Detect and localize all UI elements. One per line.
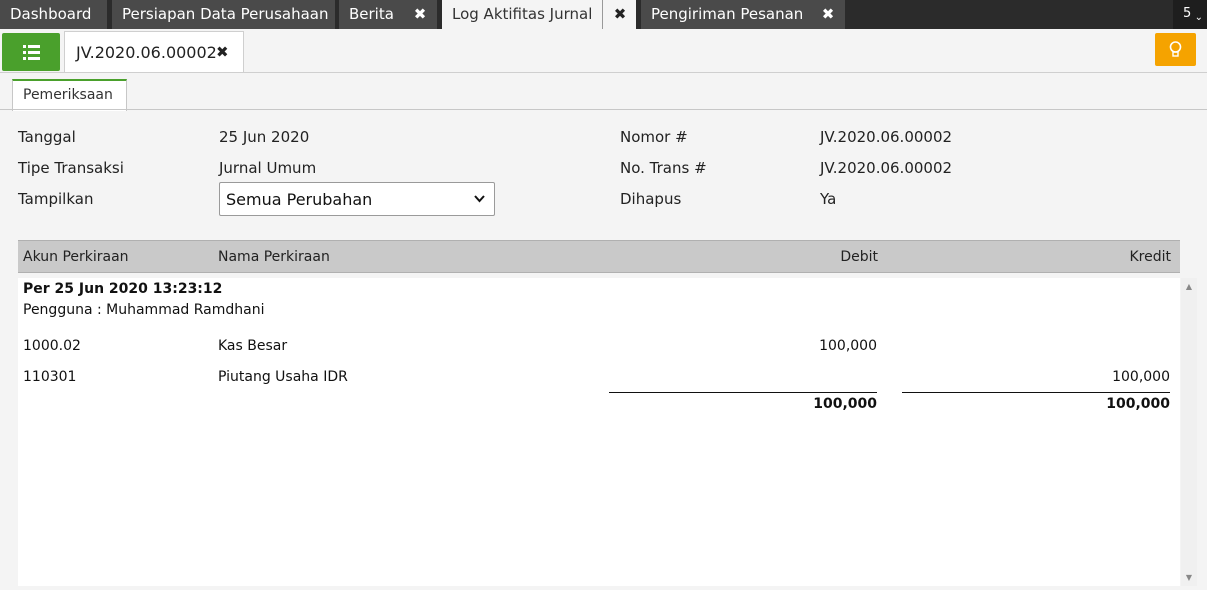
row-nama: Kas Besar (218, 338, 288, 354)
tab-berita[interactable]: Berita ✖ (339, 0, 437, 29)
document-tab-label: JV.2020.06.00002 (76, 43, 217, 62)
kredit-total-rule (902, 392, 1170, 393)
row-nama: Piutang Usaha IDR (218, 369, 348, 385)
list-icon (23, 45, 40, 60)
row-akun: 110301 (23, 369, 77, 385)
group-user: Pengguna : Muhammad Ramdhani (23, 302, 265, 318)
tab-pengiriman-pesanan[interactable]: Pengiriman Pesanan ✖ (641, 0, 845, 29)
debit-total-rule (609, 392, 877, 393)
column-header-debit[interactable]: Debit (840, 249, 878, 265)
document-tab[interactable]: JV.2020.06.00002 ✖ (64, 31, 244, 73)
grid-scrollbar[interactable]: ▲ ▼ (1181, 278, 1197, 586)
row-akun: 1000.02 (23, 338, 81, 354)
total-debit: 100,000 (813, 396, 877, 412)
column-header-kredit[interactable]: Kredit (1129, 249, 1171, 265)
chevron-down-icon: ⌄ (1194, 12, 1203, 23)
row-kredit: 100,000 (1112, 369, 1170, 385)
tanggal-value: 25 Jun 2020 (219, 128, 310, 146)
tips-button[interactable] (1155, 33, 1196, 66)
tab-label: Pengiriman Pesanan (651, 5, 804, 23)
lightbulb-icon (1169, 41, 1182, 57)
group-header: Per 25 Jun 2020 13:23:12 (23, 281, 223, 297)
close-icon[interactable]: ✖ (409, 0, 431, 28)
close-icon[interactable]: ✖ (216, 43, 229, 61)
tampilkan-select[interactable]: Semua Perubahan (219, 182, 495, 216)
divider (0, 109, 1207, 110)
dihapus-value: Ya (820, 190, 837, 208)
nomor-value: JV.2020.06.00002 (820, 128, 953, 146)
tab-label: Persiapan Data Perusahaan (122, 5, 329, 23)
row-debit: 100,000 (819, 338, 877, 354)
tampilkan-selected-value: Semua Perubahan (226, 190, 373, 209)
tab-label: Pemeriksaan (23, 87, 113, 103)
top-tab-bar: Dashboard Persiapan Data Perusahaan Beri… (0, 0, 1207, 29)
total-kredit: 100,000 (1106, 396, 1170, 412)
close-icon[interactable]: ✖ (817, 0, 839, 28)
tab-log-aktifitas-jurnal[interactable]: Log Aktifitas Jurnal ✖ (442, 0, 636, 29)
list-menu-button[interactable] (2, 33, 60, 71)
tampilkan-label: Tampilkan (18, 190, 94, 208)
no-trans-label: No. Trans # (620, 159, 707, 177)
tab-dashboard[interactable]: Dashboard (0, 0, 107, 29)
grid-header: Akun Perkiraan Nama Perkiraan Debit Kred… (18, 240, 1180, 273)
tab-count-dropdown[interactable]: 5 ⌄ (1173, 0, 1207, 29)
nomor-label: Nomor # (620, 128, 688, 146)
dihapus-label: Dihapus (620, 190, 682, 208)
chevron-down-icon (474, 195, 485, 203)
column-header-akun[interactable]: Akun Perkiraan (23, 249, 129, 265)
close-icon[interactable]: ✖ (609, 0, 631, 28)
no-trans-value: JV.2020.06.00002 (820, 159, 953, 177)
scroll-up-icon[interactable]: ▲ (1184, 282, 1194, 291)
tab-pemeriksaan[interactable]: Pemeriksaan (12, 79, 127, 111)
tipe-transaksi-label: Tipe Transaksi (18, 159, 124, 177)
tab-label: Log Aktifitas Jurnal (452, 5, 593, 23)
column-header-nama[interactable]: Nama Perkiraan (218, 249, 330, 265)
tab-count-value: 5 (1183, 6, 1192, 21)
scroll-down-icon[interactable]: ▼ (1184, 573, 1194, 582)
tab-label: Berita (349, 5, 394, 23)
tanggal-label: Tanggal (18, 128, 76, 146)
grid-body: Per 25 Jun 2020 13:23:12 Pengguna : Muha… (18, 278, 1180, 586)
tab-persiapan-data-perusahaan[interactable]: Persiapan Data Perusahaan (112, 0, 335, 29)
tab-label: Dashboard (10, 5, 92, 23)
tipe-transaksi-value: Jurnal Umum (219, 159, 317, 177)
